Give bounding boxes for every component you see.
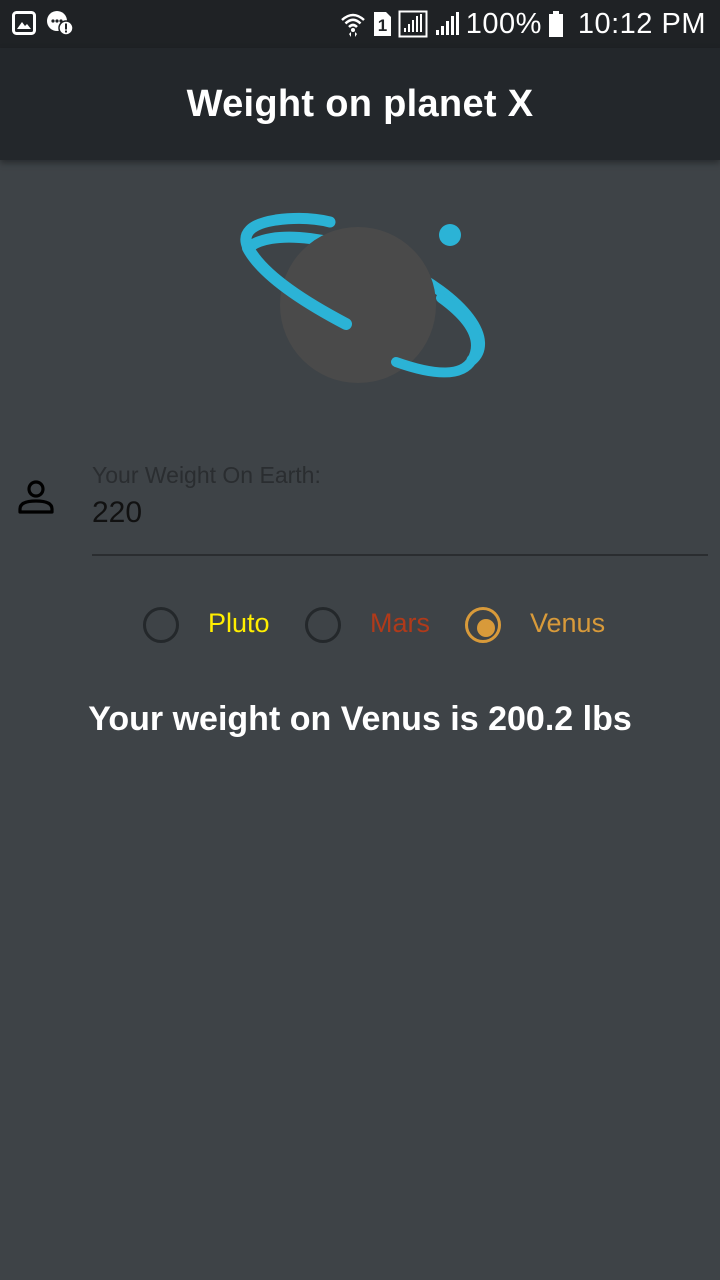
signal-icon (434, 11, 460, 37)
weight-input-underline (92, 554, 708, 556)
radio-label-pluto[interactable]: Pluto (208, 608, 270, 639)
radio-mars[interactable] (294, 596, 350, 652)
radio-circle (465, 607, 501, 643)
weight-input-label: Your Weight On Earth: (92, 462, 321, 488)
app-screen: 1 100% 10:12 PM Weight on planet X Your … (0, 0, 720, 1280)
radio-label-venus[interactable]: Venus (530, 608, 605, 639)
planet-logo (236, 212, 486, 394)
battery-icon (548, 11, 564, 37)
weight-input-value[interactable]: 220 (92, 496, 142, 530)
app-bar: Weight on planet X (0, 48, 720, 160)
status-left (12, 10, 74, 36)
battery-percent: 100% (465, 7, 542, 40)
alert-chat-icon (46, 10, 74, 36)
sim-icon: 1 (372, 11, 392, 37)
gallery-icon (12, 11, 36, 35)
clock: 10:12 PM (577, 7, 706, 40)
radio-pluto[interactable] (132, 596, 188, 652)
planet-icon (240, 212, 486, 383)
radio-venus[interactable] (454, 596, 510, 652)
person-icon (17, 478, 55, 516)
status-bar: 1 100% 10:12 PM (0, 0, 720, 48)
status-right: 1 100% 10:12 PM (340, 0, 706, 48)
radio-label-mars[interactable]: Mars (370, 608, 430, 639)
radio-circle (305, 607, 341, 643)
sim-slot-label: 1 (377, 16, 386, 35)
planet-radio-group: Pluto Mars Venus (0, 596, 720, 652)
page-title: Weight on planet X (186, 82, 534, 125)
result-text: Your weight on Venus is 200.2 lbs (88, 700, 632, 738)
signal-icon (398, 10, 428, 38)
radio-circle (143, 607, 179, 643)
weight-input[interactable]: Your Weight On Earth: 220 (92, 462, 708, 556)
wifi-icon (340, 11, 366, 37)
radio-selected-dot (477, 619, 495, 637)
